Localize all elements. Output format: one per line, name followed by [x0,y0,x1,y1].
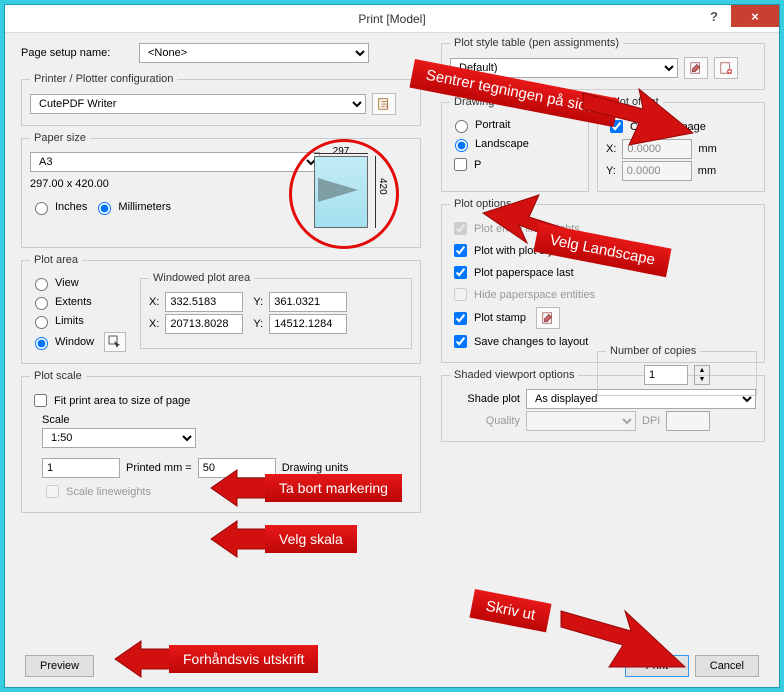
copies-spinner[interactable]: ▲▼ [694,365,710,385]
plotarea-view-radio[interactable] [35,278,48,291]
landscape-radio[interactable] [455,139,468,152]
plot-scale-fieldset: Plot scale Fit print area to size of pag… [21,370,421,513]
opt-stamp[interactable] [454,312,467,325]
win-y1[interactable] [269,292,347,312]
plot-style-fieldset: Plot style table (pen assignments) Defau… [441,37,765,90]
left-column: Page setup name: <None> Printer / Plotte… [21,37,421,519]
callout-scale: Velg skala [211,521,421,565]
opt-paperspace[interactable] [454,266,467,279]
offset-y [622,161,692,181]
print-button[interactable]: Print [625,655,689,677]
plot-options-fieldset: Plot options Plot entity lineweights Plo… [441,198,765,363]
pick-window-icon[interactable] [104,332,126,352]
plot-scale-legend: Plot scale [30,370,86,382]
units-inches-radio[interactable] [35,202,48,215]
plot-area-fieldset: Plot area View Extents Limits Window W [21,254,421,364]
plotarea-extents-radio[interactable] [35,297,48,310]
callout-preview: Forhåndsvis utskrift [115,641,345,685]
units-mm-radio[interactable] [98,202,111,215]
printer-legend: Printer / Plotter configuration [30,73,177,85]
scale-label: Scale [42,414,412,426]
plotarea-limits-radio[interactable] [35,316,48,329]
titlebar: Print [Model] ? × [5,5,779,33]
shaded-legend: Shaded viewport options [450,369,578,381]
printer-fieldset: Printer / Plotter configuration CutePDF … [21,73,421,126]
right-column: Plot style table (pen assignments) Defau… [441,37,765,448]
scale-select[interactable]: 1:50 [42,428,196,448]
page-setup-label: Page setup name: [21,47,133,59]
portrait-radio[interactable] [455,120,468,133]
new-style-icon[interactable] [714,57,738,79]
offset-legend: Plot offset [606,96,663,108]
win-x2[interactable] [165,314,243,334]
plotarea-window-radio[interactable] [35,337,48,350]
dpi-field [666,411,710,431]
center-page-check[interactable] [610,120,623,133]
upside-check[interactable] [454,158,467,171]
orientation-legend: Drawing [450,96,498,108]
page-setup-select[interactable]: <None> [139,43,369,63]
opt-save[interactable] [454,335,467,348]
plot-style-legend: Plot style table (pen assignments) [450,37,623,49]
cancel-button[interactable]: Cancel [695,655,759,677]
scale-lineweights-check [46,485,59,498]
opt-lineweights [454,222,467,235]
preview-button[interactable]: Preview [25,655,94,677]
printer-settings-icon[interactable] [372,93,396,115]
paper-legend: Paper size [30,132,90,144]
stamp-settings-icon[interactable] [536,307,560,329]
fit-page-check[interactable] [34,394,47,407]
print-dialog: Print [Model] ? × Page setup name: <None… [4,4,780,688]
copies-legend: Number of copies [606,345,700,357]
opt-hide [454,288,467,301]
printer-select[interactable]: CutePDF Writer [30,94,366,114]
plot-area-legend: Plot area [30,254,82,266]
windowed-legend: Windowed plot area [149,272,254,284]
drawing-units[interactable] [198,458,276,478]
quality-select [526,411,636,431]
windowed-area-fieldset: Windowed plot area X: Y: X: Y: [140,272,412,349]
close-button[interactable]: × [731,5,779,27]
paper-size-select[interactable]: A3 [30,152,320,172]
paper-preview: 297 420 [296,146,392,242]
printed-mm[interactable] [42,458,120,478]
plot-style-select[interactable]: Default) [450,58,678,78]
copies-fieldset: Number of copies ▲▼ [597,345,757,396]
win-y2[interactable] [269,314,347,334]
edit-style-icon[interactable] [684,57,708,79]
plot-options-legend: Plot options [450,198,515,210]
win-x1[interactable] [165,292,243,312]
opt-plotstyles[interactable] [454,244,467,257]
orientation-fieldset: Drawing Portrait Landscape P [441,96,589,192]
offset-x [622,139,692,159]
window-title: Print [Model] [358,12,425,26]
offset-fieldset: Plot offset Center on page X:mm Y:mm [597,96,765,192]
help-button[interactable]: ? [697,5,731,27]
paper-fieldset: Paper size A3 297.00 x 420.00 Inches Mil… [21,132,421,248]
copies-input[interactable] [644,365,688,385]
